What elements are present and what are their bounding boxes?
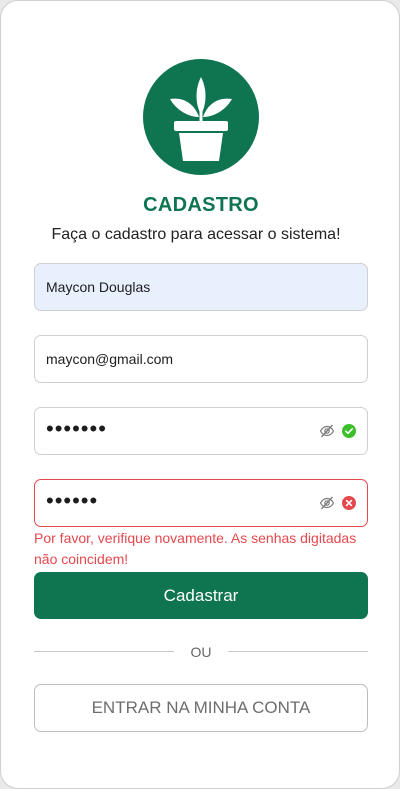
plant-pot-icon — [143, 59, 259, 175]
confirm-password-field[interactable] — [34, 478, 368, 527]
divider-line-left — [34, 651, 174, 652]
eye-off-icon[interactable] — [319, 495, 335, 511]
divider-line-right — [228, 651, 368, 652]
password-field[interactable] — [34, 406, 368, 455]
divider-label: OU — [190, 644, 212, 660]
password-input[interactable] — [46, 406, 306, 452]
email-input[interactable] — [46, 336, 306, 382]
name-input[interactable] — [46, 264, 306, 310]
x-circle-icon — [342, 496, 356, 510]
confirm-password-input[interactable] — [46, 478, 306, 524]
page-title: CADASTRO — [143, 194, 259, 216]
page-subtitle: Faça o cadastro para acessar o sistema! — [51, 226, 341, 243]
password-mismatch-error: Por favor, verifique novamente. As senha… — [34, 530, 357, 567]
login-button[interactable]: ENTRAR NA MINHA CONTA — [34, 684, 368, 732]
eye-off-icon[interactable] — [319, 423, 335, 439]
signup-button[interactable]: Cadastrar — [34, 572, 368, 619]
check-circle-icon — [342, 424, 356, 438]
email-field[interactable] — [34, 335, 368, 383]
signup-card: CADASTRO Faça o cadastro para acessar o … — [0, 0, 400, 789]
name-field[interactable] — [34, 263, 368, 311]
